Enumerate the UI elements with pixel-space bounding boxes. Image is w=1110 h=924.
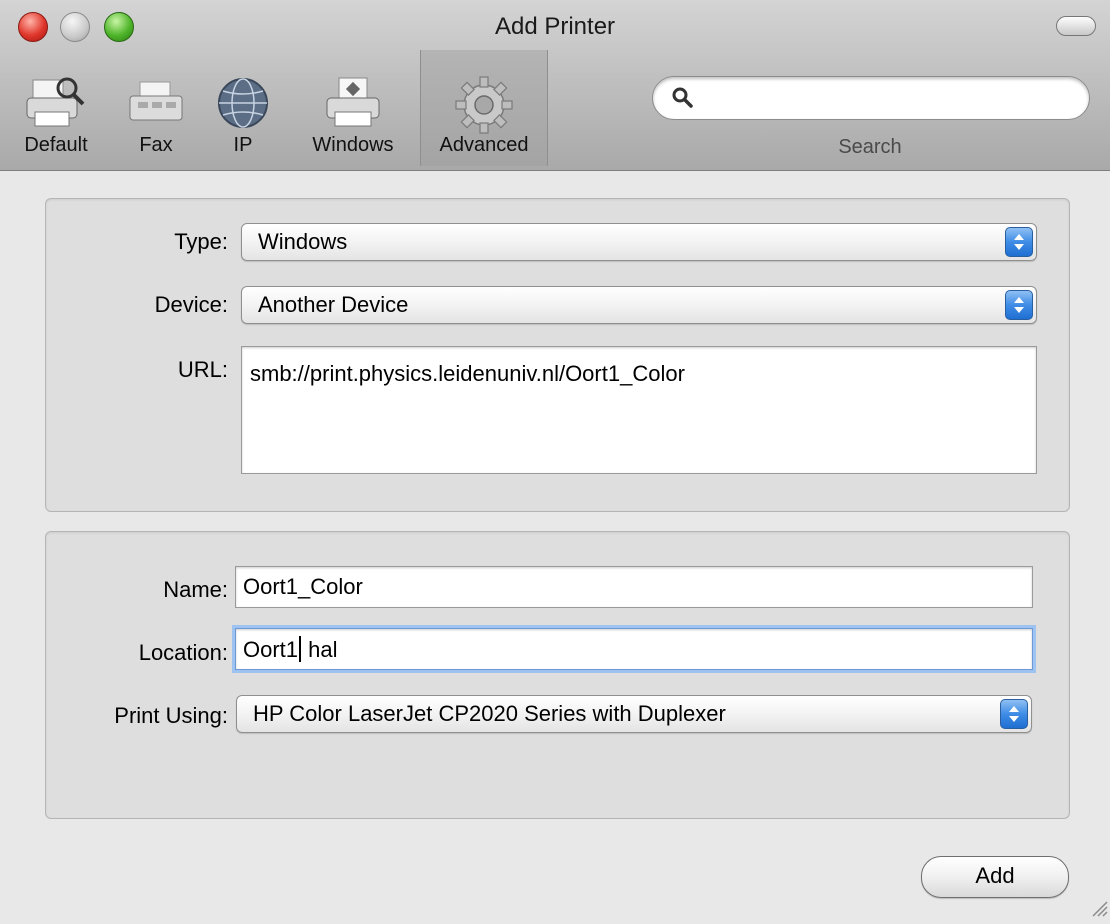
url-label: URL:: [177, 357, 228, 382]
toolbar-label: Advanced: [439, 134, 529, 156]
text-caret: [299, 636, 302, 662]
device-label: Device:: [154, 292, 228, 317]
print-using-label: Print Using:: [114, 703, 228, 728]
toolbar-item-advanced[interactable]: Advanced: [420, 50, 548, 166]
url-value: smb://print.physics.leidenuniv.nl/Oort1_…: [250, 361, 685, 386]
globe-icon: [216, 76, 270, 135]
name-label: Name:: [163, 577, 228, 602]
toolbar-label: IP: [233, 134, 253, 156]
search-input[interactable]: [652, 76, 1090, 120]
popup-arrows-icon: [1005, 227, 1033, 257]
resize-grip-icon[interactable]: [1088, 897, 1108, 922]
name-value: Oort1_Color: [243, 574, 363, 599]
type-label: Type:: [174, 229, 228, 254]
url-field[interactable]: smb://print.physics.leidenuniv.nl/Oort1_…: [241, 346, 1037, 474]
toolbar-label: Default: [24, 134, 88, 156]
type-value: Windows: [258, 229, 348, 254]
location-text-before-caret: Oort1: [243, 637, 299, 662]
gear-icon: [455, 76, 513, 139]
toolbar-item-default[interactable]: Default: [0, 50, 112, 166]
default-printer-icon: [23, 76, 89, 135]
toolbar-item-fax[interactable]: Fax: [118, 50, 194, 166]
device-value: Another Device: [258, 292, 409, 317]
toolbar: Add Printer Default Fax IP Windows Advan…: [0, 0, 1110, 171]
name-field[interactable]: Oort1_Color: [235, 566, 1033, 608]
toolbar-label: Fax: [139, 134, 173, 156]
location-field[interactable]: Oort1 hal: [235, 628, 1033, 670]
print-using-value: HP Color LaserJet CP2020 Series with Dup…: [253, 701, 726, 726]
window-title: Add Printer: [494, 13, 616, 40]
location-text-after-caret: hal: [302, 637, 338, 662]
popup-arrows-icon: [1005, 290, 1033, 320]
add-button[interactable]: Add: [921, 856, 1069, 898]
magnifier-icon: [671, 86, 695, 115]
toolbar-label: Windows: [312, 134, 394, 156]
toolbar-item-ip[interactable]: IP: [208, 50, 278, 166]
toolbar-item-windows[interactable]: Windows: [296, 50, 410, 166]
popup-arrows-icon: [1000, 699, 1028, 729]
add-printer-window: Add Printer Default Fax IP Windows Advan…: [0, 0, 1110, 924]
device-popup[interactable]: Another Device: [241, 286, 1037, 324]
print-using-popup[interactable]: HP Color LaserJet CP2020 Series with Dup…: [236, 695, 1032, 733]
location-value: Oort1 hal: [243, 636, 338, 663]
windows-printer-icon: [323, 76, 383, 135]
add-button-label: Add: [975, 863, 1015, 888]
fax-icon: [126, 76, 186, 131]
search-label: Search: [838, 136, 902, 158]
toolbar-toggle-button[interactable]: [1056, 16, 1096, 36]
location-label: Location:: [138, 640, 228, 665]
type-popup[interactable]: Windows: [241, 223, 1037, 261]
